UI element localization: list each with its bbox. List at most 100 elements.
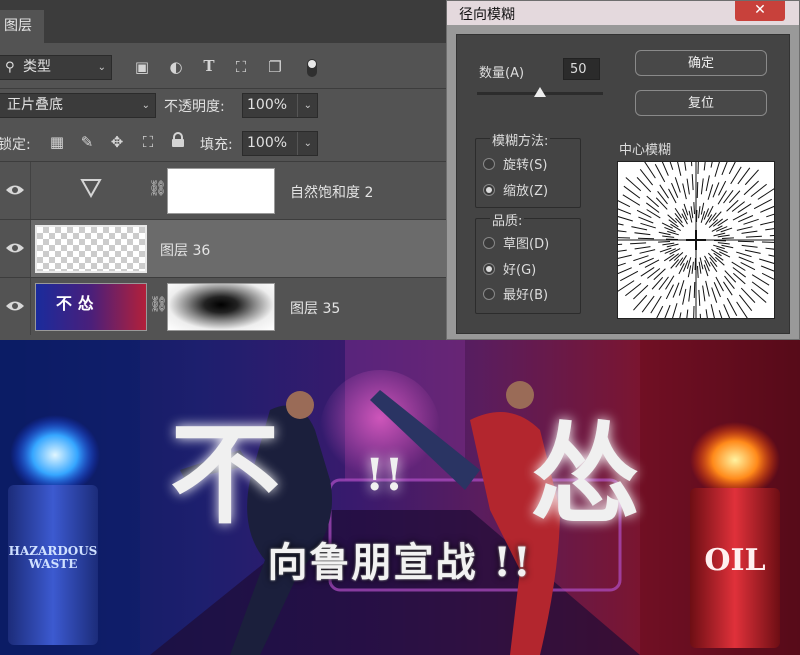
zoom-streak <box>658 276 669 290</box>
layer-thumbnail[interactable]: 不 怂 <box>35 283 147 331</box>
reset-button[interactable]: 复位 <box>635 90 767 116</box>
visibility-toggle[interactable] <box>0 220 31 277</box>
filter-row: ⚲ 类型 ⌄ ▣ ◐ T ⛶ ❐ <box>0 55 446 83</box>
zoom-streak <box>659 157 669 176</box>
zoom-streak <box>710 304 717 324</box>
reset-button-label: 复位 <box>687 96 714 111</box>
radio-spin-label[interactable]: 旋转(S) <box>503 154 547 173</box>
zoom-streak <box>766 210 786 218</box>
ok-button-label: 确定 <box>687 56 714 71</box>
fill-input[interactable]: 100% ⌄ <box>242 131 318 156</box>
lock-transparent-pixels-icon[interactable]: ▦ <box>48 133 66 151</box>
zoom-streak <box>744 249 761 254</box>
zoom-streak <box>633 255 649 262</box>
radio-draft-label[interactable]: 草图(D) <box>503 233 549 252</box>
zoom-streak <box>721 237 734 240</box>
link-icon[interactable]: ⛓ <box>149 295 168 313</box>
eye-icon <box>6 301 24 311</box>
thumbnail-art: 不 怂 <box>56 294 94 313</box>
zoom-streak <box>721 244 734 249</box>
headline-char-right: 怂 <box>530 410 640 539</box>
zoom-streak <box>691 174 694 191</box>
close-icon: ✕ <box>754 2 766 18</box>
fill-label: 填充: <box>200 137 233 153</box>
blend-mode-select[interactable]: 正片叠底 ⌄ <box>0 93 156 118</box>
layer-mask-thumbnail[interactable] <box>167 283 275 331</box>
lock-position-icon[interactable]: ✥ <box>108 133 126 151</box>
zoom-streak <box>768 254 789 260</box>
layer-row-35[interactable]: 不 怂 ⛓ 图层 35 <box>0 278 446 335</box>
tab-layers[interactable]: 图层 <box>0 10 44 43</box>
type-layer-filter-icon[interactable]: T <box>200 57 218 75</box>
ok-button[interactable]: 确定 <box>635 50 767 76</box>
filter-kind-label: 类型 <box>23 59 51 75</box>
amount-input[interactable]: 50 <box>563 58 600 80</box>
lock-all-icon[interactable] <box>169 132 187 152</box>
zoom-streak <box>697 154 700 175</box>
lock-artboard-icon[interactable]: ⛶ <box>139 133 157 151</box>
layer-mask-thumbnail[interactable] <box>167 168 275 214</box>
zoom-streak <box>703 150 708 171</box>
zoom-streak <box>662 242 675 246</box>
zoom-streak <box>718 251 731 258</box>
zoom-streak <box>761 241 782 244</box>
radio-zoom-label[interactable]: 缩放(Z) <box>503 180 548 199</box>
radial-blur-dialog: 径向模糊 ✕ 数量(A) 50 确定 复位 模糊方法: 旋转(S) 缩放(Z) … <box>446 0 800 340</box>
zoom-streak <box>634 246 651 250</box>
zoom-streak <box>678 280 685 296</box>
chevron-down-icon[interactable]: ⌄ <box>304 132 312 155</box>
zoom-streak <box>698 289 701 306</box>
radio-good-label[interactable]: 好(G) <box>503 259 536 278</box>
layer-row-vibrance[interactable]: ⛓ 自然饱和度 2 <box>0 162 446 219</box>
pixel-layer-filter-icon[interactable]: ▣ <box>133 58 151 76</box>
visibility-toggle[interactable] <box>0 278 31 335</box>
zoom-streak <box>663 253 675 262</box>
zoom-streak <box>699 313 702 334</box>
zoom-streak <box>617 280 635 293</box>
quality-label: 品质: <box>490 210 525 229</box>
zoom-streak <box>718 310 726 330</box>
adjustment-layer-filter-icon[interactable]: ◐ <box>167 58 185 76</box>
shape-layer-filter-icon[interactable]: ⛶ <box>232 58 250 76</box>
zoom-streak <box>690 146 693 167</box>
zoom-streak <box>724 275 735 289</box>
lock-image-pixels-icon[interactable]: ✎ <box>78 133 96 151</box>
link-icon[interactable]: ⛓ <box>148 179 167 197</box>
headline-char-left: 不 <box>170 410 280 539</box>
smart-object-filter-icon[interactable]: ❐ <box>266 58 284 76</box>
layer-thumbnail[interactable] <box>35 225 147 273</box>
zoom-streak <box>612 254 632 261</box>
zoom-streak <box>654 164 666 183</box>
radio-best-label[interactable]: 最好(B) <box>503 284 548 303</box>
zoom-streak <box>761 272 781 283</box>
filter-toggle-icon[interactable] <box>303 57 321 83</box>
zoom-streak <box>711 287 718 303</box>
zoom-streak <box>672 282 680 298</box>
zoom-streak <box>682 183 687 200</box>
close-button[interactable]: ✕ <box>735 1 785 21</box>
radio-good[interactable] <box>483 263 495 275</box>
zoom-streak <box>670 259 680 269</box>
zoom-streak <box>687 265 692 278</box>
zoom-streak <box>674 207 683 219</box>
dialog-titlebar[interactable]: 径向模糊 ✕ <box>447 1 799 25</box>
amount-slider-thumb[interactable] <box>534 87 546 97</box>
radio-zoom[interactable] <box>483 184 495 196</box>
zoom-streak <box>745 235 762 238</box>
zoom-streak <box>705 309 710 330</box>
blur-center-preview[interactable] <box>602 146 790 334</box>
visibility-toggle[interactable] <box>0 162 31 219</box>
opacity-input[interactable]: 100% ⌄ <box>242 93 318 118</box>
zoom-streak <box>661 222 674 229</box>
zoom-streak <box>712 182 720 198</box>
radio-spin[interactable] <box>483 158 495 170</box>
zoom-streak <box>631 226 648 231</box>
divider <box>297 94 298 117</box>
zoom-streak <box>736 301 749 319</box>
radio-best[interactable] <box>483 288 495 300</box>
filter-kind-select[interactable]: ⚲ 类型 ⌄ <box>0 55 112 80</box>
chevron-down-icon[interactable]: ⌄ <box>304 94 312 117</box>
radio-draft[interactable] <box>483 237 495 249</box>
zoom-streak <box>714 157 722 177</box>
layer-row-36[interactable]: 图层 36 <box>0 220 446 277</box>
